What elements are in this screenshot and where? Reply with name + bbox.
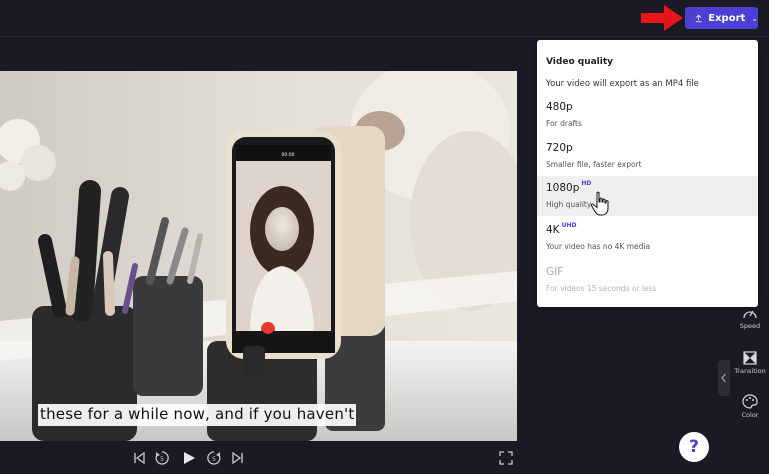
option-name: GIF <box>546 266 564 278</box>
quality-option-gif: GIF For videos 15 seconds or less <box>537 260 758 300</box>
uhd-badge: UHD <box>561 222 577 229</box>
option-name: 1080p <box>546 182 580 194</box>
collapse-panel-button[interactable] <box>718 360 730 396</box>
option-name: 720p <box>546 142 573 154</box>
subtitle-caption: these for a while now, and if you haven'… <box>38 404 357 426</box>
annotation-arrow <box>641 5 683 31</box>
menu-subtitle: Your video will export as an MP4 file <box>546 79 699 89</box>
export-button-label: Export <box>708 12 746 24</box>
color-tool[interactable]: Color <box>732 394 768 419</box>
transition-tool[interactable]: Transition <box>732 351 768 375</box>
speed-tool[interactable]: Speed <box>732 306 768 330</box>
transition-icon <box>743 351 757 365</box>
speedometer-icon <box>743 310 757 319</box>
option-description: For drafts <box>546 119 582 128</box>
phone-time: 00:00 <box>282 152 295 158</box>
option-name: 4K <box>546 224 560 236</box>
hd-badge: HD <box>581 180 592 187</box>
quality-option-480p[interactable]: 480p For drafts <box>537 95 758 135</box>
chevron-left-icon <box>721 373 726 383</box>
hand-cursor-icon <box>590 191 609 216</box>
palette-icon <box>742 394 758 409</box>
option-description: Smaller file, faster export <box>546 160 642 169</box>
option-description: For videos 15 seconds or less <box>546 284 657 293</box>
option-description: Your video has no 4K media <box>546 242 651 251</box>
forward-5-icon[interactable]: 5 <box>206 450 222 466</box>
help-button[interactable]: ? <box>679 432 709 462</box>
svg-text:5: 5 <box>212 456 216 463</box>
export-button[interactable]: Export ⌄ <box>685 7 758 29</box>
help-icon: ? <box>689 437 699 457</box>
speed-label: Speed <box>739 322 761 330</box>
quality-option-4k[interactable]: 4K UHD Your video has no 4K media <box>537 218 758 258</box>
fullscreen-icon[interactable] <box>498 450 514 466</box>
upload-icon <box>695 14 702 22</box>
option-description: High quality <box>546 200 592 209</box>
color-label: Color <box>741 411 759 419</box>
export-quality-menu: Video quality Your video will export as … <box>537 40 758 307</box>
option-name: 480p <box>546 101 573 113</box>
transition-label: Transition <box>734 367 766 375</box>
svg-text:5: 5 <box>160 456 164 463</box>
play-icon[interactable] <box>181 450 197 466</box>
chevron-down-icon: ⌄ <box>751 13 758 23</box>
quality-option-1080p[interactable]: 1080p HD High quality <box>537 176 758 216</box>
video-preview[interactable]: 00:00 <box>0 71 517 441</box>
skip-back-icon[interactable] <box>131 450 147 466</box>
rewind-5-icon[interactable]: 5 <box>154 450 170 466</box>
menu-title: Video quality <box>546 57 614 67</box>
header-divider <box>0 36 769 37</box>
video-frame: 00:00 <box>0 71 517 441</box>
skip-forward-icon[interactable] <box>230 450 246 466</box>
quality-option-720p[interactable]: 720p Smaller file, faster export <box>537 136 758 176</box>
